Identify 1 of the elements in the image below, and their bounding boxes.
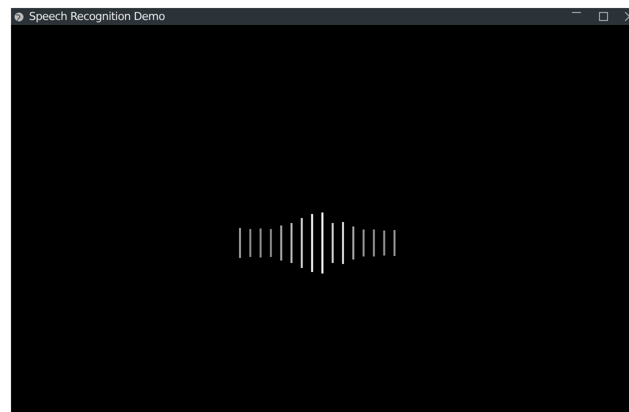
window-title: Speech Recognition Demo [29, 10, 166, 23]
